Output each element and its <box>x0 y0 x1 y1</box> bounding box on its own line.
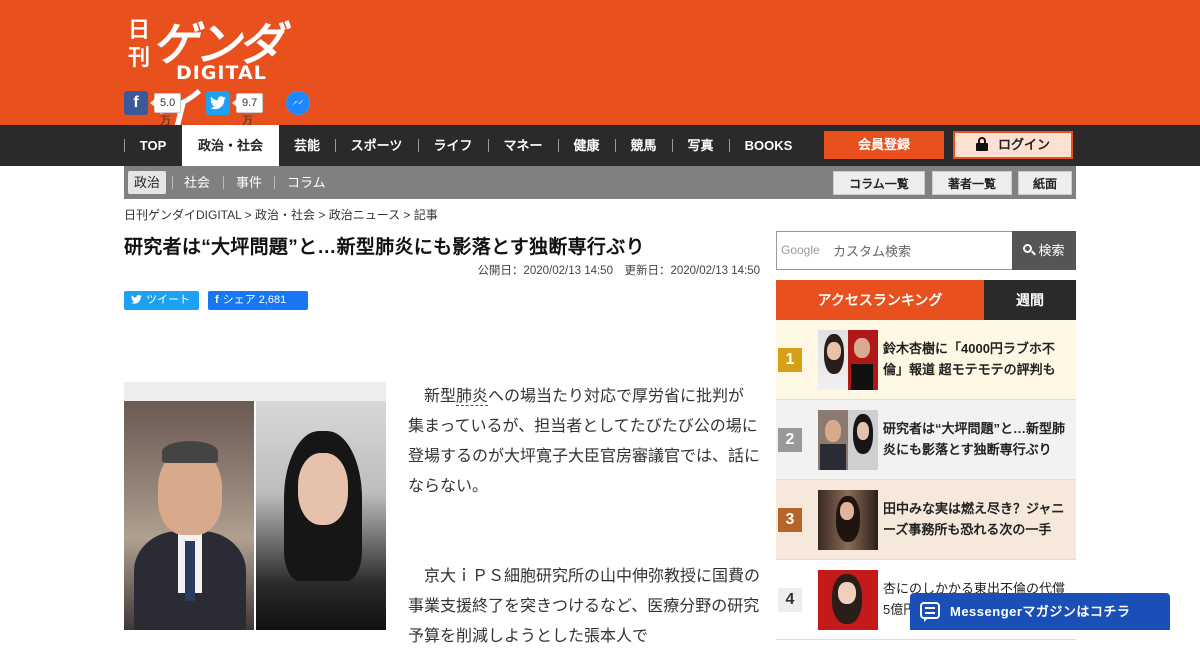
ranking-title: 田中みな実は燃え尽き？ジャニーズ事務所も恐れる次の一手 <box>883 501 1065 537</box>
ranking-thumbnail <box>818 490 878 550</box>
ranking-item[interactable]: 2 研究者は“大坪問題”と…新型肺炎にも影落とす独断専行ぶり <box>776 400 1076 480</box>
chat-icon <box>920 602 940 622</box>
nav-item-health[interactable]: 健康 <box>558 125 615 166</box>
tab-access-ranking[interactable]: アクセスランキング <box>776 280 984 320</box>
ranking-thumbnail <box>818 330 878 390</box>
facebook-count: 5.0万 <box>149 93 182 127</box>
lock-icon <box>975 136 988 151</box>
article-paragraph-1: 新型肺炎への場当たり対応で厚労省に批判が集まっているが、担当者としてたびたび公の… <box>408 388 761 495</box>
subnav-item-column[interactable]: コラム <box>281 171 332 194</box>
messenger-label: Messengerマガジンはコチラ <box>950 604 1131 619</box>
nav-item-politics-society[interactable]: 政治・社会 <box>182 125 279 166</box>
tweet-button[interactable]: ツイート <box>124 291 199 310</box>
site-logo[interactable]: 日刊 ゲンダイ DIGITAL <box>126 10 306 137</box>
rank-badge: 4 <box>778 588 802 612</box>
facebook-share-label: シェア 2,681 <box>222 294 287 306</box>
ranking-title: 鈴木杏樹に「4000円ラブホ不倫」報道 超モテモテの評判も <box>883 341 1056 377</box>
breadcrumb[interactable]: 日刊ゲンダイDIGITAL > 政治・社会 > 政治ニュース > 記事 <box>124 206 438 223</box>
tab-weekly[interactable]: 週間 <box>984 280 1076 320</box>
sub-nav: 政治 社会 事件 コラム コラム一覧 著者一覧 紙面 <box>124 166 1076 199</box>
nav-item-photo[interactable]: 写真 <box>672 125 729 166</box>
nav-item-life[interactable]: ライフ <box>418 125 488 166</box>
ranking-item[interactable]: 3 田中みな実は燃え尽き？ジャニーズ事務所も恐れる次の一手 <box>776 480 1076 560</box>
rank-badge: 2 <box>778 428 802 452</box>
subnav-item-incidents[interactable]: 事件 <box>230 171 268 194</box>
search-box: Google <box>776 231 1013 270</box>
article-paragraph-2: 京大ｉＰＳ細胞研究所の山中伸弥教授に国費の事業支援終了を突きつけるなど、医療分野… <box>408 568 761 645</box>
article-photo <box>124 401 386 630</box>
subnav-item-politics[interactable]: 政治 <box>128 171 167 194</box>
rank-badge: 3 <box>778 508 802 532</box>
article-title: 研究者は“大坪問題”と…新型肺炎にも影落とす独断専行ぶり <box>124 237 645 258</box>
tweet-label: ツイート <box>146 294 190 306</box>
nav-item-books[interactable]: BOOKS <box>729 125 808 166</box>
paper-button[interactable]: 紙面 <box>1018 171 1072 195</box>
login-button[interactable]: ログイン <box>953 131 1073 159</box>
ranking-thumbnail <box>818 410 878 470</box>
twitter-icon[interactable] <box>206 91 230 115</box>
logo-digital: DIGITAL <box>176 62 267 84</box>
twitter-count: 9.7万 <box>231 93 264 127</box>
search-input[interactable] <box>833 240 1003 262</box>
ranking-item[interactable]: 1 鈴木杏樹に「4000円ラブホ不倫」報道 超モテモテの評判も <box>776 320 1076 400</box>
column-list-button[interactable]: コラム一覧 <box>833 171 925 195</box>
facebook-share-button[interactable]: f シェア 2,681 <box>208 291 308 310</box>
nav-item-money[interactable]: マネー <box>488 125 558 166</box>
search-icon <box>1023 243 1037 256</box>
logo-kan: 日刊 <box>128 17 151 71</box>
main-nav: TOP 政治・社会 芸能 スポーツ ライフ マネー 健康 競馬 写真 BOOKS… <box>0 125 1200 166</box>
search-button[interactable]: 検索 <box>1012 231 1076 270</box>
messenger-icon[interactable] <box>286 91 310 115</box>
ranking-tabs: アクセスランキング 週間 <box>776 280 1076 320</box>
register-button[interactable]: 会員登録 <box>824 131 944 159</box>
article-dates: 公開日：2020/02/13 14:50 更新日：2020/02/13 14:5… <box>477 265 760 277</box>
nav-item-entertainment[interactable]: 芸能 <box>279 125 335 166</box>
messenger-magazine-button[interactable]: Messengerマガジンはコチラ <box>910 593 1170 630</box>
nav-item-top[interactable]: TOP <box>124 125 182 166</box>
author-list-button[interactable]: 著者一覧 <box>932 171 1012 195</box>
ranking-title: 研究者は“大坪問題”と…新型肺炎にも影落とす独断専行ぶり <box>883 421 1066 457</box>
twitter-share-icon <box>131 294 142 304</box>
nav-item-sports[interactable]: スポーツ <box>335 125 418 166</box>
login-label: ログイン <box>997 137 1050 152</box>
nav-item-horse-racing[interactable]: 競馬 <box>615 125 672 166</box>
facebook-share-icon: f <box>215 294 219 306</box>
subnav-item-society[interactable]: 社会 <box>178 171 216 194</box>
keyword-link[interactable]: 肺炎 <box>456 388 489 406</box>
facebook-icon[interactable]: f <box>124 91 148 115</box>
google-label: Google <box>781 243 820 257</box>
ranking-thumbnail <box>818 570 878 630</box>
site-header: 日刊 ゲンダイ DIGITAL f 5.0万 9.7万 <box>0 0 1200 137</box>
rank-badge: 1 <box>778 348 802 372</box>
